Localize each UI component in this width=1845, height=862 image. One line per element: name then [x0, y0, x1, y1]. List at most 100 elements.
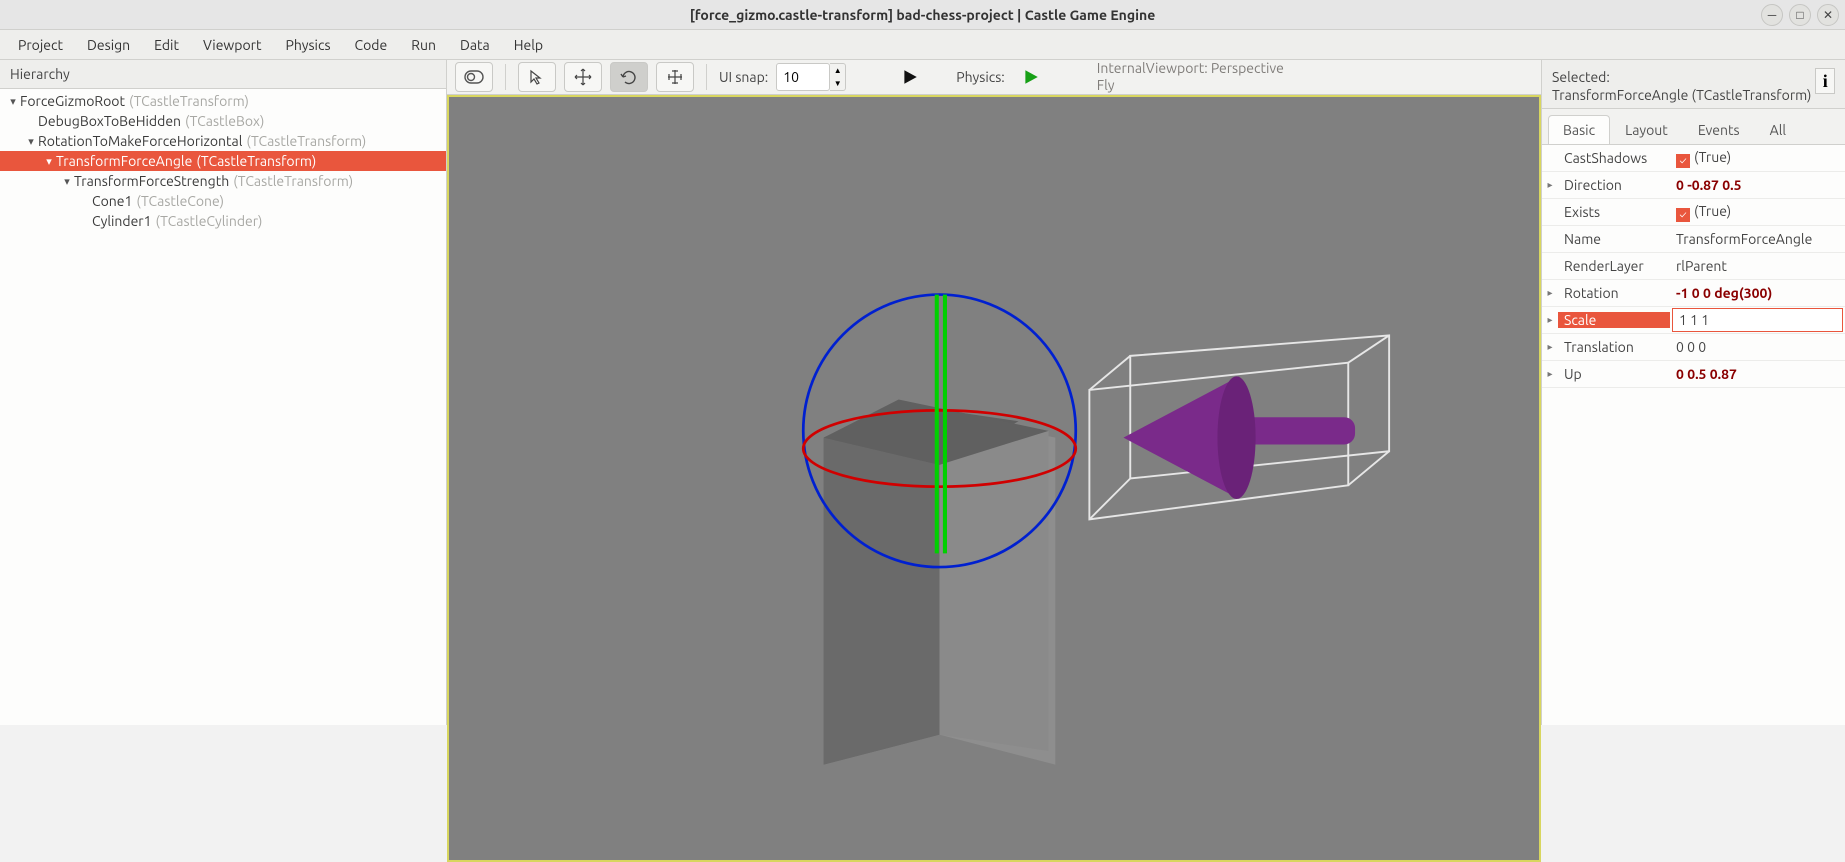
tree-expand-icon[interactable]: ▾	[42, 155, 56, 168]
hierarchy-title: Hierarchy	[0, 60, 446, 89]
move-tool-button[interactable]	[564, 62, 602, 92]
tree-item-type: (TCastleTransform)	[196, 153, 316, 169]
property-row-up[interactable]: ▸Up0 0.5 0.87	[1542, 361, 1845, 388]
ui-snap-label: UI snap:	[719, 69, 768, 85]
toolbar-separator	[706, 64, 707, 90]
property-name: RenderLayer	[1558, 258, 1670, 274]
toolbar-separator	[505, 64, 506, 90]
menu-edit[interactable]: Edit	[144, 33, 189, 57]
tree-expand-icon[interactable]: ▾	[24, 135, 38, 148]
play-button[interactable]	[892, 62, 928, 92]
property-expand-icon[interactable]: ▸	[1542, 314, 1558, 326]
property-name: Scale	[1558, 312, 1670, 328]
tree-item-transformforcestrength[interactable]: ▾TransformForceStrength (TCastleTransfor…	[0, 171, 446, 191]
scale-tool-button[interactable]	[656, 62, 694, 92]
tree-item-name: DebugBoxToBeHidden	[38, 113, 181, 129]
menu-bar: Project Design Edit Viewport Physics Cod…	[0, 30, 1845, 60]
tree-expand-icon[interactable]: ▾	[6, 95, 20, 108]
menu-design[interactable]: Design	[77, 33, 140, 57]
viewport-3d[interactable]	[447, 95, 1541, 862]
rotate-tool-button[interactable]	[610, 62, 648, 92]
tree-item-rotationtomakeforcehorizontal[interactable]: ▾RotationToMakeForceHorizontal (TCastleT…	[0, 131, 446, 151]
maximize-button[interactable]: □	[1789, 4, 1811, 26]
menu-physics[interactable]: Physics	[276, 33, 341, 57]
property-value: TransformForceAngle	[1670, 231, 1845, 247]
property-list: CastShadows✓(True)▸Direction0 -0.87 0.5E…	[1542, 145, 1845, 725]
tree-item-name: Cone1	[92, 193, 132, 209]
property-value[interactable]	[1670, 308, 1845, 332]
property-expand-icon[interactable]: ▸	[1542, 368, 1558, 380]
main-content: Hierarchy ▾ForceGizmoRoot (TCastleTransf…	[0, 60, 1845, 725]
select-tool-button[interactable]	[518, 62, 556, 92]
checkbox-icon[interactable]: ✓	[1676, 208, 1690, 222]
property-expand-icon[interactable]: ▸	[1542, 287, 1558, 299]
property-row-castshadows[interactable]: CastShadows✓(True)	[1542, 145, 1845, 172]
title-bar: [force_gizmo.castle-transform] bad-chess…	[0, 0, 1845, 30]
spin-down-icon[interactable]: ▼	[830, 77, 845, 90]
property-name: Translation	[1558, 339, 1670, 355]
tree-item-name: TransformForceStrength	[74, 173, 229, 189]
property-expand-icon[interactable]: ▸	[1542, 341, 1558, 353]
property-name: Exists	[1558, 204, 1670, 220]
property-expand-icon[interactable]: ▸	[1542, 179, 1558, 191]
tree-item-debugboxtobehidden[interactable]: DebugBoxToBeHidden (TCastleBox)	[0, 111, 446, 131]
ui-snap-input[interactable]	[776, 63, 830, 91]
inspector-tabs: Basic Layout Events All	[1542, 109, 1845, 145]
tree-item-cylinder1[interactable]: Cylinder1 (TCastleCylinder)	[0, 211, 446, 231]
window-buttons: ─ □ ✕	[1761, 4, 1839, 26]
tree-expand-icon[interactable]: ▾	[60, 175, 74, 188]
property-name: CastShadows	[1558, 150, 1670, 166]
tree-item-name: RotationToMakeForceHorizontal	[38, 133, 242, 149]
tab-events[interactable]: Events	[1683, 115, 1755, 144]
spin-up-icon[interactable]: ▲	[830, 64, 845, 77]
property-value: rlParent	[1670, 258, 1845, 274]
close-button[interactable]: ✕	[1817, 4, 1839, 26]
center-panel: UI snap: ▲▼ Physics: InternalViewport: P…	[447, 60, 1541, 725]
property-row-exists[interactable]: Exists✓(True)	[1542, 199, 1845, 226]
checkbox-icon[interactable]: ✓	[1676, 154, 1690, 168]
menu-project[interactable]: Project	[8, 33, 73, 57]
scene-box	[824, 394, 1056, 765]
selected-name: TransformForceAngle (TCastleTransform)	[1552, 86, 1811, 104]
tab-layout[interactable]: Layout	[1610, 115, 1683, 144]
toggle-2d-button[interactable]	[455, 62, 493, 92]
property-row-translation[interactable]: ▸Translation0 0 0	[1542, 334, 1845, 361]
property-row-rotation[interactable]: ▸Rotation-1 0 0 deg(300)	[1542, 280, 1845, 307]
inspector-panel: Selected: TransformForceAngle (TCastleTr…	[1541, 60, 1845, 725]
physics-play-button[interactable]	[1013, 62, 1049, 92]
property-value: 0 0.5 0.87	[1670, 366, 1845, 382]
tab-basic[interactable]: Basic	[1548, 115, 1610, 144]
menu-data[interactable]: Data	[450, 33, 500, 57]
scene-arrow	[1123, 376, 1355, 499]
property-input[interactable]	[1672, 308, 1843, 332]
property-name: Direction	[1558, 177, 1670, 193]
property-row-renderlayer[interactable]: RenderLayerrlParent	[1542, 253, 1845, 280]
property-name: Rotation	[1558, 285, 1670, 301]
tree-item-transformforceangle[interactable]: ▾TransformForceAngle (TCastleTransform)	[0, 151, 446, 171]
viewport-info-line2: Fly	[1097, 77, 1284, 94]
physics-label: Physics:	[956, 69, 1004, 85]
tree-item-type: (TCastleTransform)	[129, 93, 249, 109]
tree-item-type: (TCastleCone)	[136, 193, 224, 209]
menu-code[interactable]: Code	[345, 33, 398, 57]
menu-help[interactable]: Help	[504, 33, 553, 57]
minimize-button[interactable]: ─	[1761, 4, 1783, 26]
property-value: ✓(True)	[1670, 149, 1845, 168]
tree-item-type: (TCastleCylinder)	[156, 213, 263, 229]
tree-item-forcegizmoroot[interactable]: ▾ForceGizmoRoot (TCastleTransform)	[0, 91, 446, 111]
property-row-scale[interactable]: ▸Scale	[1542, 307, 1845, 334]
property-row-name[interactable]: NameTransformForceAngle	[1542, 226, 1845, 253]
tree-item-cone1[interactable]: Cone1 (TCastleCone)	[0, 191, 446, 211]
tab-all[interactable]: All	[1755, 115, 1801, 144]
property-value: 0 -0.87 0.5	[1670, 177, 1845, 193]
property-row-direction[interactable]: ▸Direction0 -0.87 0.5	[1542, 172, 1845, 199]
menu-run[interactable]: Run	[401, 33, 446, 57]
viewport-info-line1: InternalViewport: Perspective	[1097, 60, 1284, 77]
hierarchy-tree[interactable]: ▾ForceGizmoRoot (TCastleTransform)DebugB…	[0, 89, 446, 725]
info-button[interactable]: i	[1815, 68, 1835, 94]
menu-viewport[interactable]: Viewport	[193, 33, 272, 57]
property-value: -1 0 0 deg(300)	[1670, 285, 1845, 301]
inspector-header: Selected: TransformForceAngle (TCastleTr…	[1542, 60, 1845, 109]
ui-snap-spinner[interactable]: ▲▼	[830, 63, 846, 91]
hierarchy-panel: Hierarchy ▾ForceGizmoRoot (TCastleTransf…	[0, 60, 447, 725]
